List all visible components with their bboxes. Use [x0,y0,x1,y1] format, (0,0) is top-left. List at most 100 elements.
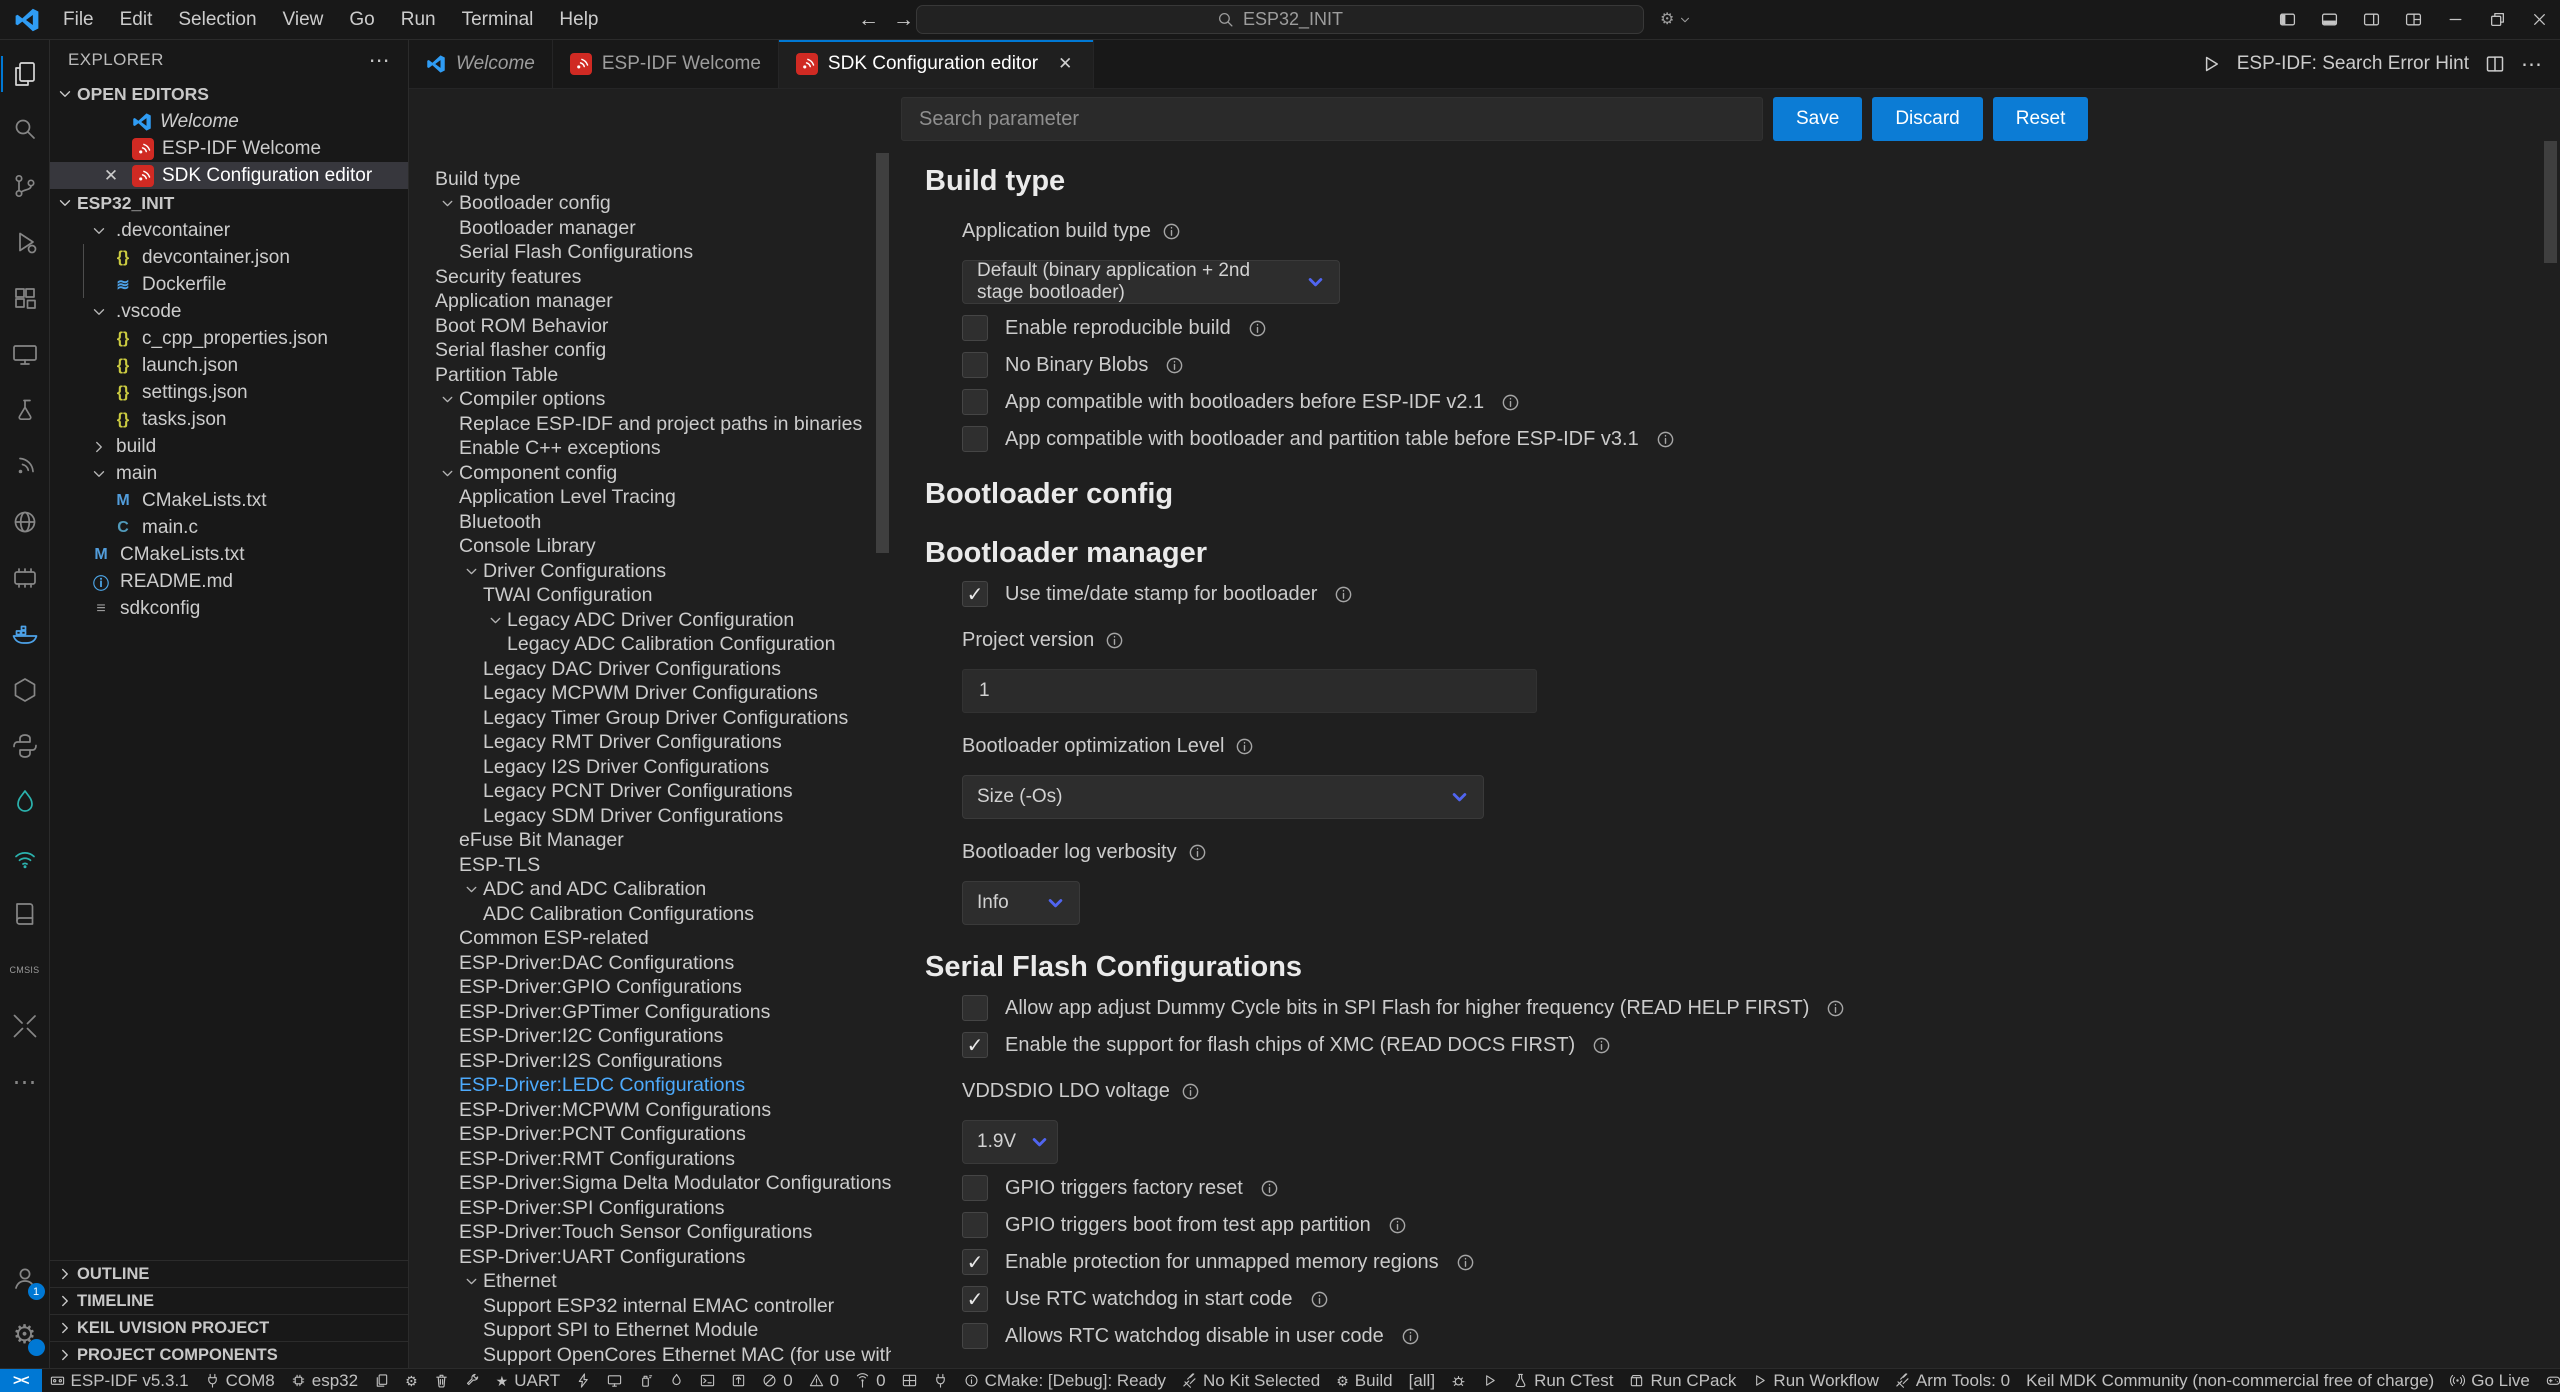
run-ctest[interactable]: Run CTest [1505,1369,1621,1392]
espressif-idf-icon[interactable] [1,438,49,494]
menu-view[interactable]: View [270,4,337,36]
config-tree-item[interactable]: ESP-TLS [409,853,891,878]
reset-button[interactable]: Reset [1993,97,2089,141]
file-tree-item[interactable]: MCMakeLists.txt [50,541,408,568]
config-tree-item[interactable]: Legacy ADC Driver Configuration [409,608,891,633]
config-tree-item[interactable]: Bootloader config [409,192,891,217]
menu-edit[interactable]: Edit [107,4,166,36]
cmake-status[interactable]: CMake: [Debug]: Ready [956,1369,1174,1392]
bug-icon[interactable] [1443,1369,1474,1392]
web-globe-icon[interactable] [1,494,49,550]
file-tree-item[interactable]: .devcontainer [50,217,408,244]
package-hex-icon[interactable] [1,662,49,718]
gear-icon[interactable]: ⚙ [397,1369,426,1392]
config-tree-item[interactable]: Support SPI to Ethernet Module [409,1319,891,1344]
config-tree-item[interactable]: ADC Calibration Configurations [409,902,891,927]
problems-errors[interactable]: 0 [754,1369,800,1392]
accounts-icon[interactable]: 1 [1,1250,49,1306]
ports-forwarded[interactable]: 0 [847,1369,893,1392]
tab-sdk-configuration-editor[interactable]: SDK Configuration editor✕ [779,40,1094,88]
toggle-panel-icon[interactable] [2308,0,2350,39]
config-tree-item[interactable]: ESP-Driver:PCNT Configurations [409,1123,891,1148]
file-tree-item[interactable]: Cmain.c [50,514,408,541]
search-icon[interactable] [1,102,49,158]
cmake-build[interactable]: ⚙Build [1328,1369,1400,1392]
nav-back-icon[interactable]: ← [858,8,879,32]
manage-gear-icon[interactable]: ⚙ [1,1306,49,1362]
file-tree-item[interactable]: {}tasks.json [50,406,408,433]
file-tree-item[interactable]: build [50,433,408,460]
device-target[interactable]: esp32 [283,1369,366,1392]
open-editors-header[interactable]: OPEN EDITORS [50,80,408,108]
explorer-icon[interactable] [1,46,49,102]
checkbox[interactable]: ✓ [962,1286,988,1312]
flash-method[interactable]: ★UART [488,1369,569,1392]
config-tree-item[interactable]: ESP-Driver:LEDC Configurations [409,1074,891,1099]
sidebar-section-project-components[interactable]: PROJECT COMPONENTS [50,1341,408,1368]
discard-button[interactable]: Discard [1872,97,1982,141]
checkbox[interactable] [962,1323,988,1349]
info-icon[interactable] [1456,1253,1475,1272]
close-tab-icon[interactable]: ✕ [1054,52,1076,76]
trash-icon[interactable] [426,1369,457,1392]
run-cpack[interactable]: Run CPack [1621,1369,1744,1392]
info-icon[interactable] [1188,843,1207,862]
customize-layout-icon[interactable] [2392,0,2434,39]
cmsis-icon[interactable]: CMSIS [1,942,49,998]
go-live[interactable]: Go Live [2442,1369,2538,1392]
config-tree-item[interactable]: ESP-Driver:I2S Configurations [409,1049,891,1074]
info-icon[interactable] [1260,1179,1279,1198]
menu-file[interactable]: File [50,4,107,36]
checkbox[interactable] [962,426,988,452]
config-tree-item[interactable]: ADC and ADC Calibration [409,878,891,903]
config-tree-item[interactable]: Legacy ADC Calibration Configuration [409,633,891,658]
file-tree-item[interactable]: MCMakeLists.txt [50,487,408,514]
problems-warnings[interactable]: 0 [801,1369,847,1392]
parameter-search-input[interactable] [901,97,1763,141]
config-tree-item[interactable]: Legacy SDM Driver Configurations [409,804,891,829]
gamepad-icon[interactable] [2538,1369,2560,1392]
terminal-icon[interactable] [692,1369,723,1392]
config-tree-item[interactable]: Legacy MCPWM Driver Configurations [409,682,891,707]
command-center-extra[interactable]: ⚙ [1660,12,1692,28]
info-icon[interactable] [1656,430,1675,449]
serial-port[interactable]: COM8 [197,1369,283,1392]
menu-selection[interactable]: Selection [165,4,269,36]
more-icon[interactable]: ⋯ [1,1054,49,1110]
wrench-icon[interactable] [457,1369,488,1392]
info-icon[interactable] [1388,1216,1407,1235]
tools-icon[interactable] [1,998,49,1054]
config-tree-item[interactable]: Legacy RMT Driver Configurations [409,731,891,756]
testing-icon[interactable] [1,382,49,438]
open-editor-item[interactable]: Welcome [50,108,408,135]
split-editor-icon[interactable] [2485,54,2505,74]
config-tree-item[interactable]: ESP-Driver:Sigma Delta Modulator Configu… [409,1172,891,1197]
notebook-icon[interactable] [1,886,49,942]
config-tree-item[interactable]: ESP-Driver:GPTimer Configurations [409,1000,891,1025]
tab-welcome[interactable]: Welcome [409,40,553,88]
info-icon[interactable] [1248,319,1267,338]
config-tree-item[interactable]: Partition Table [409,363,891,388]
checkbox[interactable] [962,995,988,1021]
sidebar-section-keil-uvision-project[interactable]: KEIL UVISION PROJECT [50,1314,408,1341]
run-workflow[interactable]: Run Workflow [1744,1369,1887,1392]
config-tree-item[interactable]: ESP-Driver:SPI Configurations [409,1196,891,1221]
setting-select[interactable]: Info [962,881,1080,925]
file-tree-item[interactable]: ≡sdkconfig [50,595,408,622]
config-tree-item[interactable]: Replace ESP-IDF and project paths in bin… [409,412,891,437]
file-tree-item[interactable]: {}settings.json [50,379,408,406]
file-tree-item[interactable]: {}launch.json [50,352,408,379]
extensions-icon[interactable] [1,270,49,326]
config-tree-item[interactable]: Support ESP32 internal EMAC controller [409,1294,891,1319]
info-icon[interactable] [1826,999,1845,1018]
window-icon[interactable] [894,1369,925,1392]
file-tree-item[interactable]: .vscode [50,298,408,325]
run-icon[interactable] [2201,54,2221,74]
config-tree-item[interactable]: Bluetooth [409,510,891,535]
checkbox[interactable] [962,389,988,415]
toggle-secondary-sidebar-icon[interactable] [2350,0,2392,39]
config-tree-item[interactable]: ESP-Driver:Touch Sensor Configurations [409,1221,891,1246]
config-tree-item[interactable]: TWAI Configuration [409,584,891,609]
file-tree-item[interactable]: {}c_cpp_properties.json [50,325,408,352]
save-button[interactable]: Save [1773,97,1862,141]
